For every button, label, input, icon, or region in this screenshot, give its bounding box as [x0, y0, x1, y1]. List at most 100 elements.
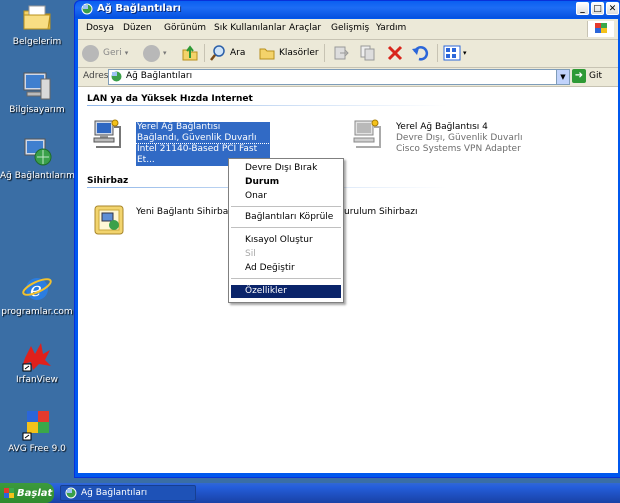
- windows-flag-icon: [4, 488, 14, 498]
- address-value: Ağ Bağlantıları: [126, 71, 193, 81]
- context-menu: Devre Dışı Bırak Durum Onar Bağlantıları…: [228, 158, 344, 303]
- maximize-button[interactable]: □: [591, 2, 604, 15]
- menu-separator: [231, 227, 341, 228]
- copy-to-button[interactable]: [359, 43, 377, 63]
- menu-bar: Dosya Düzen Görünüm Sık Kullanılanlar Ar…: [78, 19, 618, 40]
- menu-sik-kullanilanlar[interactable]: Sık Kullanılanlar: [214, 23, 286, 33]
- lan-connection-icon[interactable]: [90, 117, 124, 151]
- desktop-icon-programlar[interactable]: e programlar.com: [0, 272, 78, 317]
- search-button[interactable]: Ara: [209, 43, 245, 63]
- folders-label: Klasörler: [279, 48, 319, 58]
- menu-item-create-shortcut[interactable]: Kısayol Oluştur: [231, 234, 341, 247]
- menu-separator: [231, 278, 341, 279]
- menu-dosya[interactable]: Dosya: [86, 23, 114, 33]
- folders-button[interactable]: Klasörler: [258, 43, 319, 63]
- title-bar[interactable]: Ağ Bağlantıları _ □ ✕: [75, 1, 620, 18]
- toolbar-separator: [204, 44, 205, 62]
- start-label: Başlat: [17, 487, 53, 499]
- forward-button[interactable]: ▾: [143, 43, 167, 63]
- back-label: Geri: [103, 48, 122, 58]
- menu-araclar[interactable]: Araçlar: [289, 23, 321, 33]
- toolbar-separator: [437, 44, 438, 62]
- internet-explorer-icon: e: [21, 272, 53, 304]
- documents-folder-icon: [21, 2, 53, 34]
- chevron-down-icon: ▾: [124, 49, 129, 57]
- menu-item-delete: Sil: [245, 249, 256, 259]
- menu-item-properties[interactable]: Özellikler: [231, 285, 341, 298]
- new-connection-wizard-icon[interactable]: [92, 203, 126, 237]
- back-button[interactable]: Geri ▾: [82, 43, 128, 63]
- search-label: Ara: [230, 48, 246, 58]
- window-title: Ağ Bağlantıları: [97, 3, 181, 14]
- setup-wizard-item[interactable]: urulum Sihirbazı: [344, 207, 418, 218]
- windows-logo-icon: [587, 21, 614, 37]
- menu-item-bridge[interactable]: Bağlantıları Köprüle: [231, 211, 341, 224]
- desktop-icon-belgelerim[interactable]: Belgelerim: [0, 2, 74, 47]
- menu-item-rename[interactable]: Ad Değiştir: [231, 262, 341, 275]
- chevron-down-icon: ▾: [463, 49, 467, 57]
- address-input[interactable]: Ağ Bağlantıları ▼: [108, 69, 570, 85]
- menu-yardim[interactable]: Yardım: [376, 23, 406, 33]
- menu-item-repair[interactable]: Onar: [231, 190, 341, 203]
- start-button[interactable]: Başlat: [0, 483, 54, 503]
- chevron-down-icon: ▾: [163, 49, 167, 57]
- menu-gelismis[interactable]: Gelişmiş: [331, 23, 369, 33]
- up-folder-button[interactable]: [181, 43, 199, 63]
- irfanview-icon: [21, 340, 53, 372]
- lan-connection-disabled-icon[interactable]: [350, 117, 384, 151]
- menu-separator: [231, 206, 341, 207]
- toolbar: Geri ▾ ▾ Ara Klasörler ▾: [78, 40, 618, 68]
- delete-icon: [387, 45, 403, 61]
- address-bar: Adres Ağ Bağlantıları ▼ ➜ Git: [78, 68, 618, 87]
- lan-connection-4-item[interactable]: Yerel Ağ Bağlantısı 4 Devre Dışı, Güvenl…: [396, 122, 523, 155]
- toolbar-separator: [324, 44, 325, 62]
- minimize-button[interactable]: _: [576, 2, 589, 15]
- group-divider: [87, 105, 447, 106]
- avg-icon: [21, 409, 53, 441]
- connection-status: Bağlandı, Güvenlik Duvarlı: [136, 133, 270, 144]
- go-label: Git: [589, 71, 603, 81]
- move-to-icon: [334, 46, 349, 60]
- forward-arrow-icon: [143, 44, 160, 62]
- menu-gorunum[interactable]: Görünüm: [164, 23, 206, 33]
- address-label: Adres: [83, 71, 109, 81]
- menu-item-status[interactable]: Durum: [231, 176, 341, 189]
- taskbar: Başlat Ağ Bağlantıları: [0, 483, 620, 503]
- connection-name: Yerel Ağ Bağlantısı: [136, 122, 270, 133]
- desktop-icon-irfanview[interactable]: IrfanView: [0, 340, 74, 385]
- views-icon: [443, 45, 461, 61]
- views-button[interactable]: ▾: [443, 43, 467, 63]
- folders-icon: [259, 48, 275, 60]
- network-icon: [21, 136, 53, 168]
- network-connections-icon: [81, 3, 93, 15]
- network-connections-icon: [111, 71, 122, 82]
- new-connection-wizard-item[interactable]: Yeni Bağlantı Sihirbazı: [136, 207, 236, 218]
- undo-button[interactable]: [411, 43, 429, 63]
- delete-button[interactable]: [386, 43, 404, 63]
- menu-duzen[interactable]: Düzen: [123, 23, 152, 33]
- desktop-icon-label: IrfanView: [15, 375, 59, 385]
- desktop-icon-ag-baglantilarim[interactable]: Ağ Bağlantılarım: [0, 136, 75, 181]
- connection-name: Yerel Ağ Bağlantısı 4: [396, 122, 488, 132]
- group-title-lan: LAN ya da Yüksek Hızda Internet: [87, 94, 253, 104]
- back-arrow-icon: [82, 44, 99, 62]
- desktop-icon-label: Ağ Bağlantılarım: [0, 171, 75, 181]
- desktop-icon-label: Belgelerim: [12, 37, 62, 47]
- undo-icon: [412, 46, 429, 61]
- connection-status: Devre Dışı, Güvenlik Duvarlı: [396, 133, 523, 143]
- search-icon: [210, 45, 225, 61]
- close-button[interactable]: ✕: [606, 2, 619, 15]
- up-folder-icon: [182, 45, 198, 61]
- explorer-window: Ağ Bağlantıları _ □ ✕ Dosya Düzen Görünü…: [74, 0, 620, 478]
- go-button[interactable]: ➜ Git: [572, 69, 602, 83]
- content-pane: LAN ya da Yüksek Hızda Internet Yerel Ağ…: [78, 87, 618, 473]
- move-to-button[interactable]: [332, 43, 350, 63]
- desktop-icon-bilgisayarim[interactable]: Bilgisayarım: [0, 70, 74, 115]
- taskbar-button-network-connections[interactable]: Ağ Bağlantıları: [60, 485, 196, 501]
- network-connections-icon: [65, 487, 77, 499]
- desktop-icon-avg[interactable]: AVG Free 9.0: [0, 409, 78, 454]
- go-arrow-icon: ➜: [572, 69, 586, 83]
- wizard-name: urulum Sihirbazı: [344, 207, 418, 217]
- menu-item-disable[interactable]: Devre Dışı Bırak: [231, 162, 341, 175]
- address-dropdown-button[interactable]: ▼: [556, 70, 569, 84]
